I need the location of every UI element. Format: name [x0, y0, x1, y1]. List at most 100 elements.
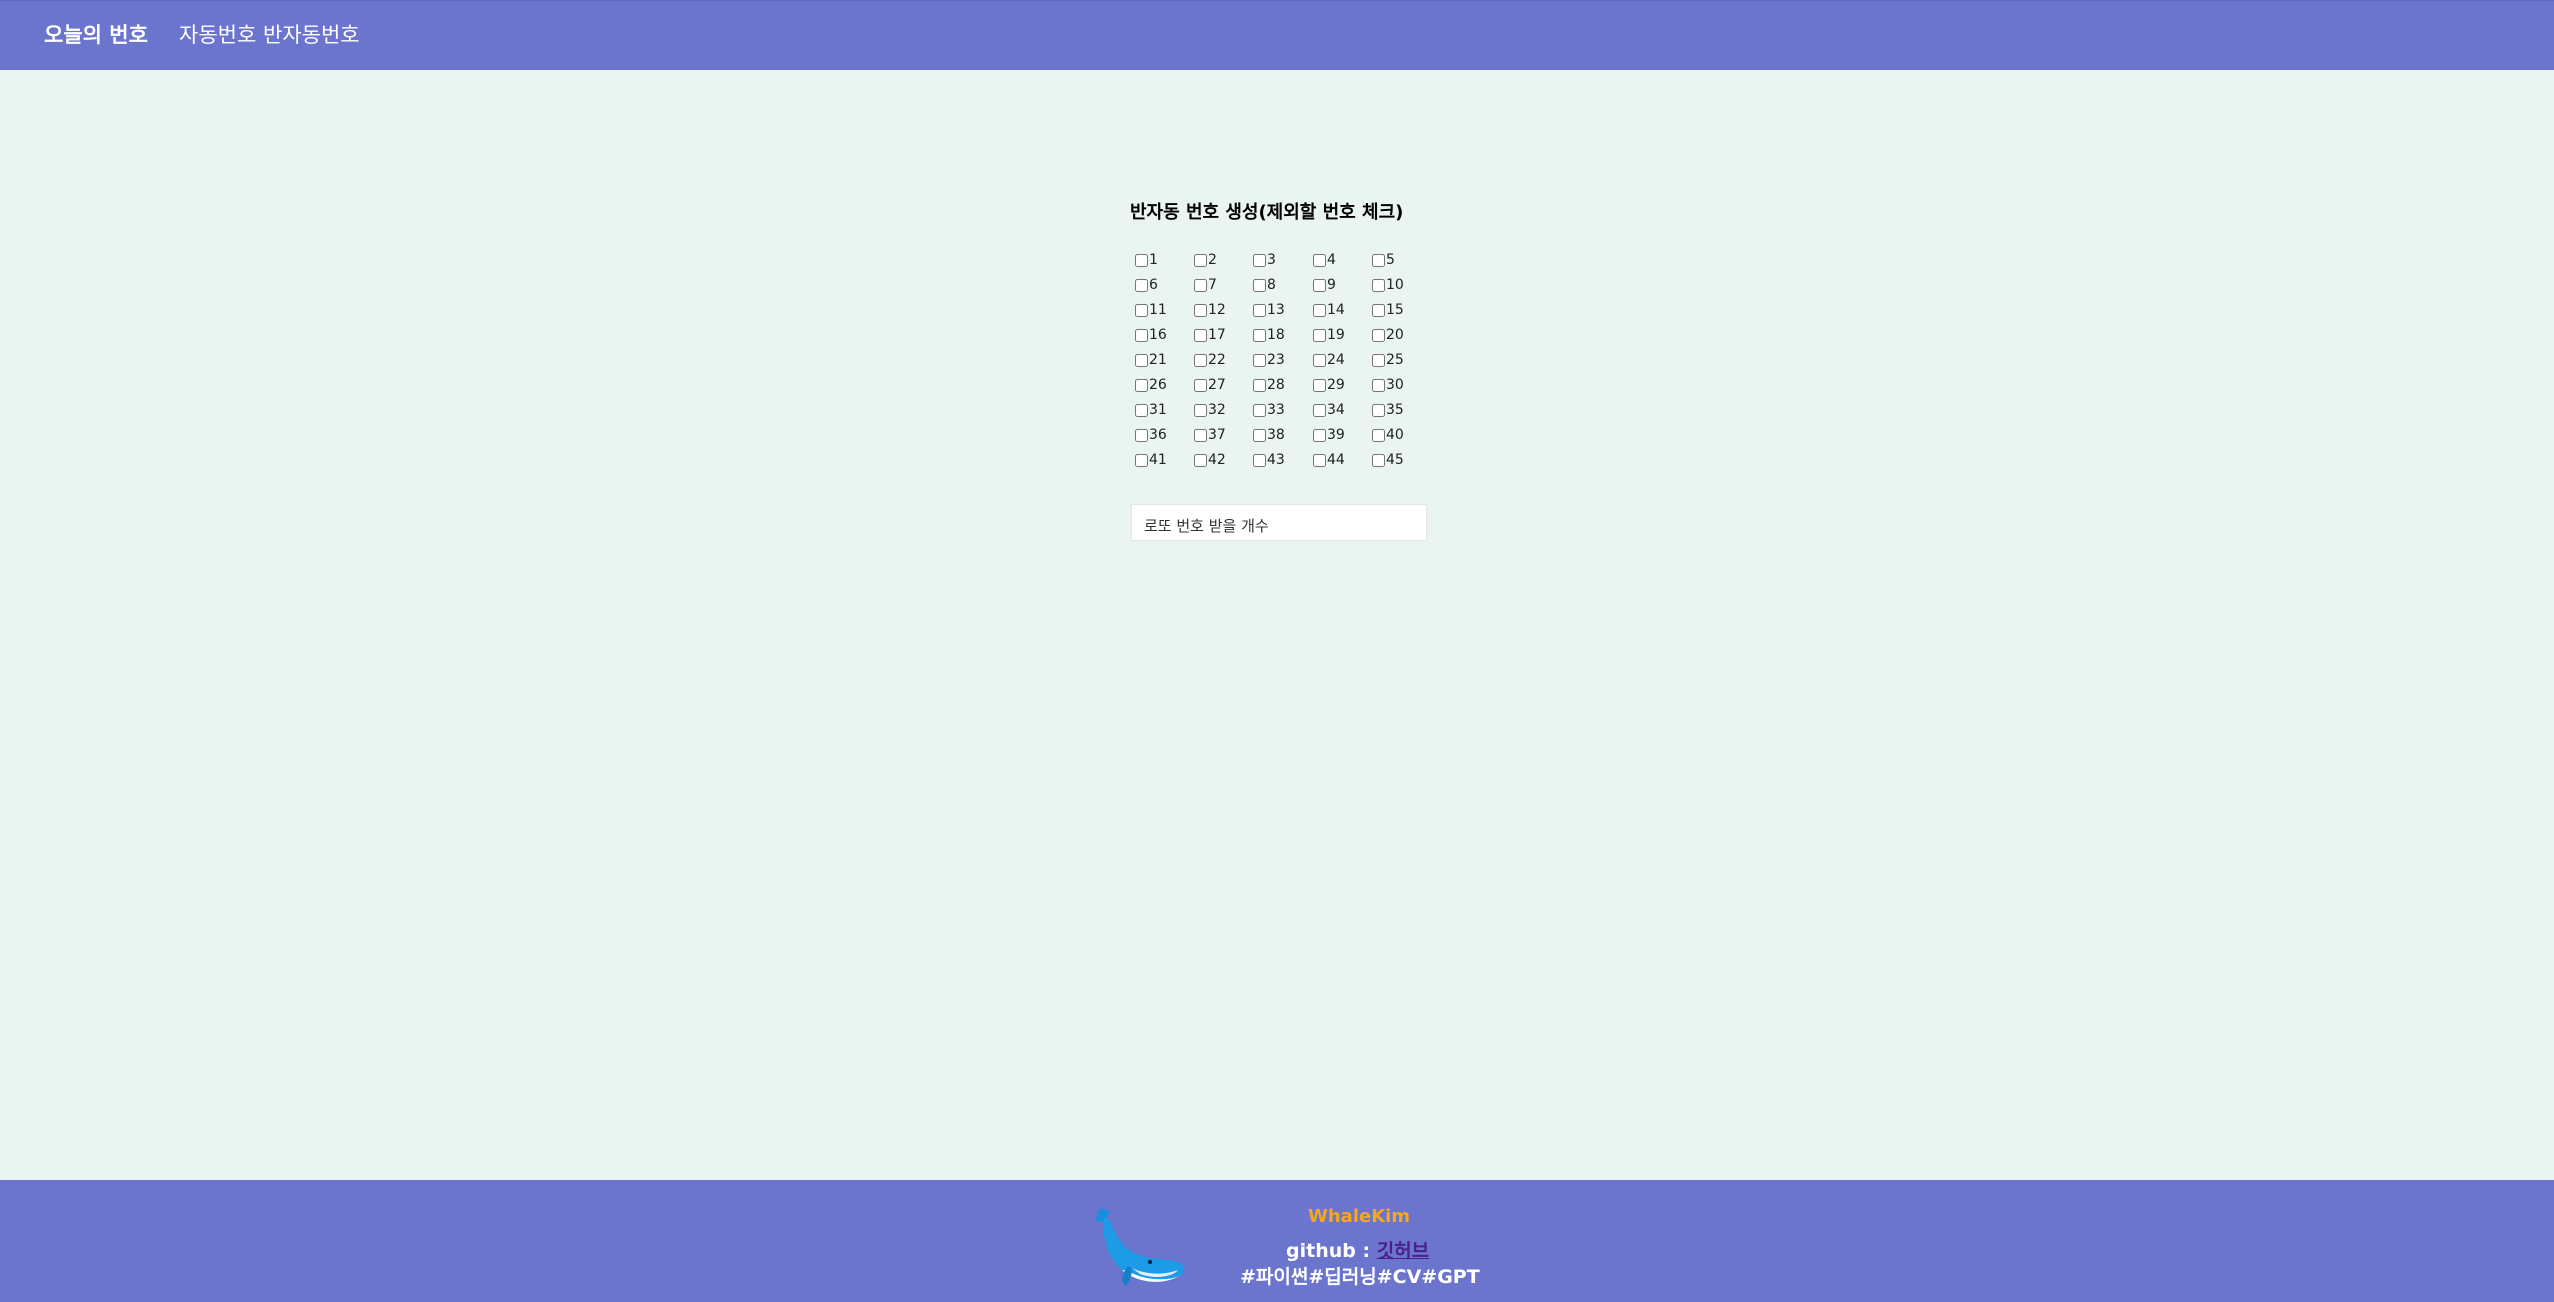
number-checkbox[interactable] [1135, 428, 1148, 442]
number-option[interactable]: 8 [1253, 275, 1276, 295]
number-checkbox[interactable] [1194, 278, 1207, 292]
number-option[interactable]: 44 [1313, 450, 1345, 470]
number-option[interactable]: 6 [1135, 275, 1158, 295]
number-checkbox[interactable] [1135, 278, 1148, 292]
number-option[interactable]: 33 [1253, 400, 1285, 420]
number-option[interactable]: 38 [1253, 425, 1285, 445]
number-option[interactable]: 32 [1194, 400, 1226, 420]
number-option[interactable]: 16 [1135, 325, 1167, 345]
number-option[interactable]: 21 [1135, 350, 1167, 370]
number-option[interactable]: 11 [1135, 300, 1167, 320]
number-label: 39 [1327, 427, 1345, 443]
number-checkbox[interactable] [1313, 328, 1326, 342]
number-checkbox[interactable] [1194, 428, 1207, 442]
number-checkbox[interactable] [1372, 328, 1385, 342]
number-checkbox[interactable] [1253, 303, 1266, 317]
number-option[interactable]: 23 [1253, 350, 1285, 370]
number-option[interactable]: 25 [1372, 350, 1404, 370]
number-label: 28 [1267, 377, 1285, 393]
number-option[interactable]: 30 [1372, 375, 1404, 395]
github-link[interactable]: 깃허브 [1377, 1240, 1429, 1262]
number-option[interactable]: 10 [1372, 275, 1404, 295]
number-option[interactable]: 35 [1372, 400, 1404, 420]
number-checkbox[interactable] [1313, 278, 1326, 292]
number-checkbox[interactable] [1313, 403, 1326, 417]
number-option[interactable]: 26 [1135, 375, 1167, 395]
number-checkbox[interactable] [1372, 353, 1385, 367]
number-checkbox[interactable] [1194, 353, 1207, 367]
number-checkbox[interactable] [1372, 428, 1385, 442]
number-checkbox[interactable] [1194, 378, 1207, 392]
number-checkbox[interactable] [1194, 253, 1207, 267]
nav-link-semi-auto[interactable]: 반자동번호 [263, 21, 360, 49]
number-option[interactable]: 9 [1313, 275, 1336, 295]
number-checkbox[interactable] [1253, 428, 1266, 442]
number-checkbox[interactable] [1253, 278, 1266, 292]
number-option[interactable]: 34 [1313, 400, 1345, 420]
number-option[interactable]: 4 [1313, 250, 1336, 270]
nav-link-auto[interactable]: 자동번호 [179, 21, 256, 49]
number-checkbox[interactable] [1135, 403, 1148, 417]
number-checkbox[interactable] [1372, 278, 1385, 292]
number-option[interactable]: 36 [1135, 425, 1167, 445]
number-checkbox[interactable] [1135, 453, 1148, 467]
number-checkbox[interactable] [1313, 453, 1326, 467]
number-option[interactable]: 40 [1372, 425, 1404, 445]
number-option[interactable]: 17 [1194, 325, 1226, 345]
number-checkbox[interactable] [1313, 378, 1326, 392]
number-checkbox[interactable] [1194, 328, 1207, 342]
number-option[interactable]: 5 [1372, 250, 1395, 270]
nav-brand-link[interactable]: 오늘의 번호 [44, 21, 148, 49]
number-checkbox[interactable] [1135, 378, 1148, 392]
number-checkbox[interactable] [1253, 403, 1266, 417]
number-option[interactable]: 24 [1313, 350, 1345, 370]
number-checkbox[interactable] [1313, 428, 1326, 442]
number-option[interactable]: 27 [1194, 375, 1226, 395]
number-label: 27 [1208, 377, 1226, 393]
number-checkbox[interactable] [1194, 453, 1207, 467]
number-checkbox[interactable] [1135, 253, 1148, 267]
number-checkbox[interactable] [1253, 328, 1266, 342]
number-checkbox[interactable] [1253, 378, 1266, 392]
number-option[interactable]: 37 [1194, 425, 1226, 445]
number-checkbox[interactable] [1135, 328, 1148, 342]
number-option[interactable]: 28 [1253, 375, 1285, 395]
number-option[interactable]: 2 [1194, 250, 1217, 270]
number-option[interactable]: 22 [1194, 350, 1226, 370]
footer-name: WhaleKim [1308, 1206, 1411, 1227]
number-option[interactable]: 31 [1135, 400, 1167, 420]
number-option[interactable]: 19 [1313, 325, 1345, 345]
number-option[interactable]: 7 [1194, 275, 1217, 295]
number-checkbox[interactable] [1253, 353, 1266, 367]
number-checkbox[interactable] [1194, 303, 1207, 317]
number-option[interactable]: 45 [1372, 450, 1404, 470]
number-option[interactable]: 15 [1372, 300, 1404, 320]
number-option[interactable]: 43 [1253, 450, 1285, 470]
number-option[interactable]: 12 [1194, 300, 1226, 320]
number-checkbox[interactable] [1313, 253, 1326, 267]
number-option[interactable]: 14 [1313, 300, 1345, 320]
number-checkbox[interactable] [1372, 403, 1385, 417]
number-checkbox[interactable] [1135, 353, 1148, 367]
number-checkbox[interactable] [1135, 303, 1148, 317]
number-option[interactable]: 3 [1253, 250, 1276, 270]
number-checkbox[interactable] [1313, 303, 1326, 317]
number-checkbox[interactable] [1372, 378, 1385, 392]
number-option[interactable]: 18 [1253, 325, 1285, 345]
number-checkbox[interactable] [1253, 253, 1266, 267]
number-option[interactable]: 20 [1372, 325, 1404, 345]
number-checkbox[interactable] [1372, 453, 1385, 467]
number-checkbox[interactable] [1372, 303, 1385, 317]
number-label: 14 [1327, 302, 1345, 318]
number-checkbox[interactable] [1313, 353, 1326, 367]
number-option[interactable]: 41 [1135, 450, 1167, 470]
lotto-count-input[interactable] [1131, 504, 1427, 541]
number-checkbox[interactable] [1194, 403, 1207, 417]
number-option[interactable]: 42 [1194, 450, 1226, 470]
number-option[interactable]: 1 [1135, 250, 1158, 270]
number-option[interactable]: 13 [1253, 300, 1285, 320]
number-checkbox[interactable] [1372, 253, 1385, 267]
number-checkbox[interactable] [1253, 453, 1266, 467]
number-option[interactable]: 29 [1313, 375, 1345, 395]
number-option[interactable]: 39 [1313, 425, 1345, 445]
